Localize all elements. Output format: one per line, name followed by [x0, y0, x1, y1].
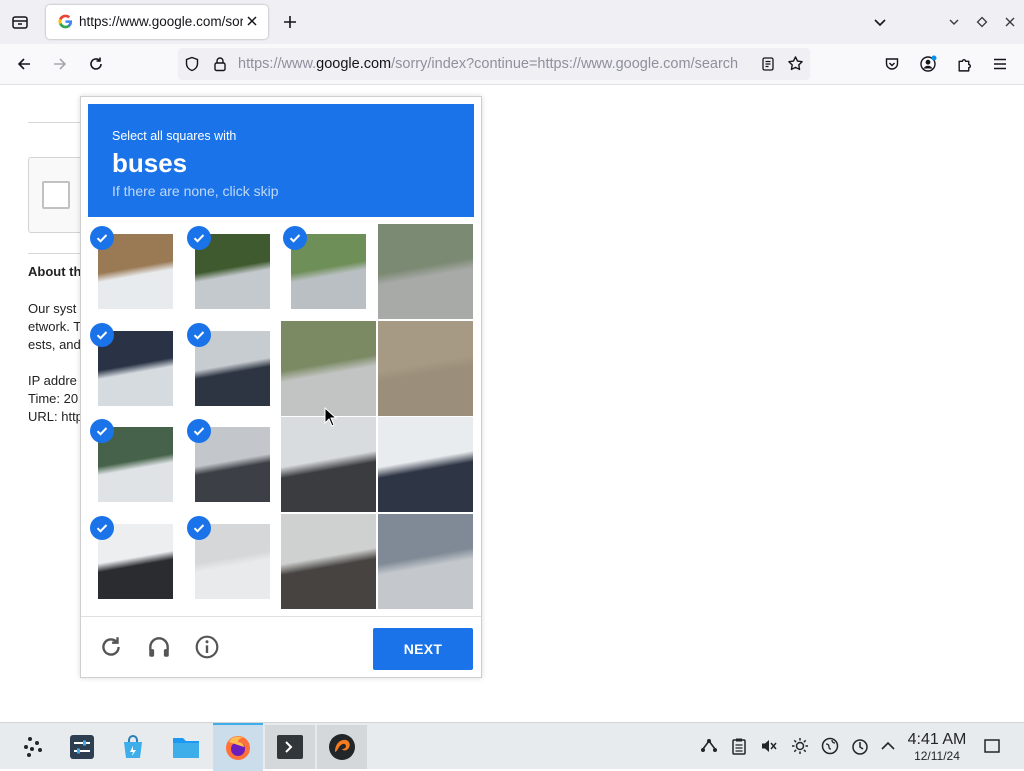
captcha-image-tile[interactable]	[185, 321, 280, 416]
challenge-footer: NEXT	[81, 616, 481, 677]
selected-check-icon	[90, 226, 114, 250]
discover-store-icon[interactable]	[108, 725, 158, 769]
divider	[28, 253, 88, 254]
tile-image	[281, 417, 376, 512]
body-text-line: ests, and	[28, 337, 81, 352]
captcha-image-tile[interactable]	[185, 514, 280, 609]
about-heading: About th	[28, 264, 82, 279]
tab-bar: https://www.google.com/sorry/index?conti…	[0, 0, 1024, 44]
body-text-line: etwork. T	[28, 319, 82, 334]
tile-image	[378, 514, 473, 609]
digital-clock[interactable]: 4:41 AM 12/11/24	[898, 731, 976, 763]
mouse-pointer-icon	[324, 407, 337, 427]
new-tab-button[interactable]	[276, 8, 304, 36]
challenge-header: Select all squares with buses If there a…	[88, 104, 474, 217]
bookmark-star-icon[interactable]	[787, 55, 804, 72]
captcha-image-tile[interactable]	[281, 417, 376, 512]
menu-hamburger-icon[interactable]	[986, 50, 1014, 78]
close-tab-icon[interactable]	[245, 14, 259, 28]
url-line: URL: http	[28, 409, 83, 424]
tile-image	[281, 514, 376, 609]
time-line: Time: 20	[28, 391, 79, 406]
tile-image	[378, 321, 473, 416]
clock-date: 12/11/24	[914, 749, 960, 763]
device-connect-icon[interactable]	[699, 736, 719, 756]
captcha-image-tile[interactable]	[88, 514, 183, 609]
captcha-image-tile[interactable]	[88, 417, 183, 512]
back-button[interactable]	[10, 50, 38, 78]
show-hidden-tray-icon[interactable]	[878, 736, 898, 756]
volume-muted-icon[interactable]	[759, 736, 779, 756]
divider	[28, 122, 88, 123]
brightness-icon[interactable]	[790, 736, 810, 756]
captcha-image-tile[interactable]	[281, 224, 376, 319]
selected-check-icon	[187, 516, 211, 540]
browser-tab[interactable]: https://www.google.com/sorry/index?conti…	[46, 5, 268, 39]
captcha-image-tile[interactable]	[88, 224, 183, 319]
reader-view-icon[interactable]	[760, 56, 776, 72]
image-tile-grid	[88, 224, 474, 610]
selected-check-icon	[187, 323, 211, 347]
terminal-icon[interactable]	[265, 725, 315, 769]
google-favicon-icon	[58, 14, 73, 29]
captcha-image-tile[interactable]	[185, 417, 280, 512]
captcha-image-tile[interactable]	[378, 417, 473, 512]
selected-check-icon	[90, 323, 114, 347]
show-desktop-icon[interactable]	[982, 736, 1002, 756]
file-manager-icon[interactable]	[161, 725, 211, 769]
recaptcha-challenge-dialog: Select all squares with buses If there a…	[80, 96, 482, 678]
maximize-window-icon[interactable]	[968, 8, 996, 36]
selected-check-icon	[187, 419, 211, 443]
selected-check-icon	[90, 516, 114, 540]
tracking-protection-shield-icon[interactable]	[184, 56, 200, 72]
forward-button[interactable]	[46, 50, 74, 78]
list-all-tabs-icon[interactable]	[866, 8, 894, 36]
reload-button[interactable]	[82, 50, 110, 78]
challenge-instruction: Select all squares with	[112, 129, 237, 143]
info-icon[interactable]	[192, 632, 222, 662]
audio-challenge-headphones-icon[interactable]	[144, 632, 174, 662]
minimize-window-icon[interactable]	[940, 8, 968, 36]
challenge-hint: If there are none, click skip	[112, 183, 279, 199]
close-window-icon[interactable]	[996, 8, 1024, 36]
reload-challenge-icon[interactable]	[96, 632, 126, 662]
navigation-toolbar: https://www.google.com/sorry/index?conti…	[0, 44, 1024, 85]
captcha-image-tile[interactable]	[378, 321, 473, 416]
firefox-taskbar-icon[interactable]	[213, 723, 263, 771]
quassel-app-icon[interactable]	[317, 725, 367, 769]
tab-title: https://www.google.com/sorry/index?conti…	[79, 14, 243, 29]
clock-time: 4:41 AM	[907, 731, 967, 748]
captcha-image-tile[interactable]	[378, 224, 473, 319]
extensions-icon[interactable]	[950, 50, 978, 78]
selected-check-icon	[283, 226, 307, 250]
tile-image	[378, 224, 473, 319]
power-management-icon[interactable]	[850, 736, 870, 756]
captcha-image-tile[interactable]	[281, 321, 376, 416]
taskbar: 4:41 AM 12/11/24	[0, 722, 1024, 771]
network-icon[interactable]	[820, 736, 840, 756]
account-icon[interactable]	[914, 50, 942, 78]
captcha-image-tile[interactable]	[378, 514, 473, 609]
clipboard-icon[interactable]	[729, 736, 749, 756]
ip-address-line: IP addre	[28, 373, 77, 388]
selected-check-icon	[90, 419, 114, 443]
challenge-target: buses	[112, 148, 188, 178]
captcha-image-tile[interactable]	[88, 321, 183, 416]
url-bar[interactable]: https://www.google.com/sorry/index?conti…	[178, 48, 810, 80]
recaptcha-checkbox[interactable]	[42, 181, 70, 209]
url-text[interactable]: https://www.google.com/sorry/index?conti…	[238, 56, 748, 72]
captcha-image-tile[interactable]	[281, 514, 376, 609]
pocket-icon[interactable]	[878, 50, 906, 78]
tab-manager-icon[interactable]	[6, 8, 34, 36]
body-text-line: Our syst	[28, 301, 77, 316]
lock-icon[interactable]	[212, 56, 228, 72]
app-launcher-icon[interactable]	[8, 725, 58, 769]
selected-check-icon	[187, 226, 211, 250]
captcha-image-tile[interactable]	[185, 224, 280, 319]
tile-image	[281, 321, 376, 416]
next-button[interactable]: NEXT	[373, 628, 473, 670]
tile-image	[378, 417, 473, 512]
system-settings-icon[interactable]	[57, 725, 107, 769]
